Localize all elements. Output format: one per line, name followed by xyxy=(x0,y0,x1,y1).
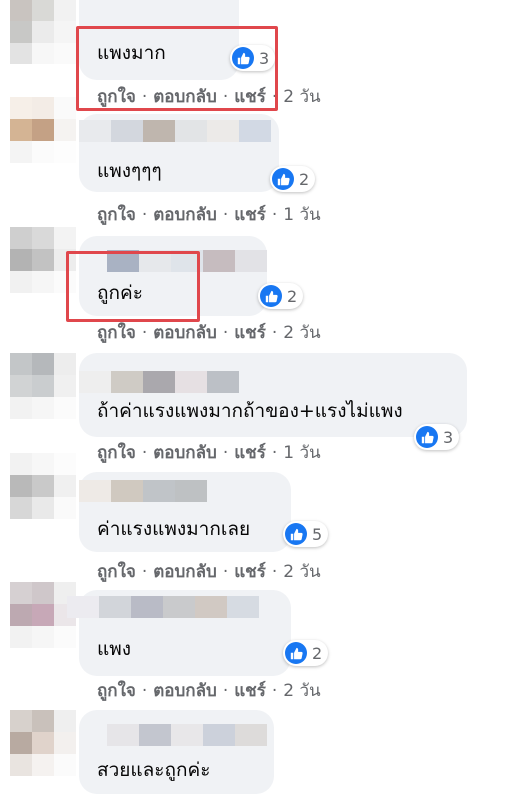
separator: · xyxy=(222,562,229,582)
comment-actions: ถูกใจ · ตอบกลับ · แชร์ · 2 วัน xyxy=(97,680,321,702)
separator: · xyxy=(222,323,229,343)
separator: · xyxy=(141,562,148,582)
comment-text: ถูกค่ะ xyxy=(97,282,143,304)
timestamp[interactable]: 2 วัน xyxy=(283,322,320,344)
separator: · xyxy=(141,205,148,225)
separator: · xyxy=(271,562,278,582)
separator: · xyxy=(222,443,229,463)
timestamp[interactable]: 2 วัน xyxy=(283,680,320,702)
share-link[interactable]: แชร์ xyxy=(234,680,266,702)
timestamp[interactable]: 1 วัน xyxy=(283,442,320,464)
reply-link[interactable]: ตอบกลับ xyxy=(153,86,217,108)
comment-actions: ถูกใจ · ตอบกลับ · แชร์ · 2 วัน xyxy=(97,322,321,344)
timestamp[interactable]: 2 วัน xyxy=(283,86,320,108)
blurred-author-name[interactable] xyxy=(79,480,207,502)
comment-actions: ถูกใจ · ตอบกลับ · แชร์ · 1 วัน xyxy=(97,204,321,226)
like-link[interactable]: ถูกใจ xyxy=(97,204,136,226)
share-link[interactable]: แชร์ xyxy=(234,442,266,464)
avatar[interactable] xyxy=(10,0,76,64)
like-thumbs-up-icon xyxy=(232,47,254,69)
comment-text: ถ้าค่าแรงแพงมากถ้าของ+แรงไม่แพง xyxy=(97,400,403,422)
separator: · xyxy=(222,87,229,107)
reaction-count: 5 xyxy=(312,524,323,544)
reaction-count-badge[interactable]: 3 xyxy=(414,424,460,450)
timestamp[interactable]: 1 วัน xyxy=(283,204,320,226)
avatar[interactable] xyxy=(10,227,76,293)
share-link[interactable]: แชร์ xyxy=(234,86,266,108)
reaction-count: 2 xyxy=(312,643,323,663)
separator: · xyxy=(271,323,278,343)
like-link[interactable]: ถูกใจ xyxy=(97,680,136,702)
comment-bubble: สวยและถูกค่ะ xyxy=(79,710,274,794)
like-thumbs-up-icon xyxy=(272,168,294,190)
separator: · xyxy=(222,681,229,701)
like-link[interactable]: ถูกใจ xyxy=(97,442,136,464)
separator: · xyxy=(271,681,278,701)
blurred-author-name[interactable] xyxy=(107,724,267,746)
comment-actions: ถูกใจ · ตอบกลับ · แชร์ · 2 วัน xyxy=(97,561,321,583)
reply-link[interactable]: ตอบกลับ xyxy=(153,204,217,226)
like-thumbs-up-icon xyxy=(416,426,438,448)
comment-bubble: ถ้าค่าแรงแพงมากถ้าของ+แรงไม่แพง xyxy=(79,353,467,437)
reaction-count-badge[interactable]: 2 xyxy=(270,166,316,192)
separator: · xyxy=(141,443,148,463)
comment-bubble: แพงๆๆๆ xyxy=(79,114,279,192)
reaction-count: 3 xyxy=(443,427,454,447)
share-link[interactable]: แชร์ xyxy=(234,561,266,583)
like-link[interactable]: ถูกใจ xyxy=(97,86,136,108)
blurred-author-name[interactable] xyxy=(79,120,271,142)
reaction-count: 2 xyxy=(299,169,310,189)
avatar[interactable] xyxy=(10,453,76,519)
comment-bubble: แพงมาก xyxy=(79,0,239,80)
avatar[interactable] xyxy=(10,353,76,419)
comment-text: แพงๆๆๆ xyxy=(97,160,162,182)
comment-bubble: แพง xyxy=(67,590,291,676)
comment-actions: ถูกใจ · ตอบกลับ · แชร์ · 2 วัน xyxy=(97,86,321,108)
avatar[interactable] xyxy=(10,97,76,163)
reply-link[interactable]: ตอบกลับ xyxy=(153,680,217,702)
share-link[interactable]: แชร์ xyxy=(234,322,266,344)
comment-text: แพง xyxy=(97,638,132,660)
comment-text: ค่าแรงแพงมากเลย xyxy=(97,518,251,540)
blurred-author-name[interactable] xyxy=(79,371,239,393)
reaction-count-badge[interactable]: 2 xyxy=(283,640,329,666)
like-thumbs-up-icon xyxy=(260,285,282,307)
reply-link[interactable]: ตอบกลับ xyxy=(153,442,217,464)
reaction-count: 3 xyxy=(259,48,270,68)
comment-bubble: ค่าแรงแพงมากเลย xyxy=(79,472,291,552)
comment-text: แพงมาก xyxy=(97,42,166,64)
separator: · xyxy=(141,323,148,343)
reaction-count-badge[interactable]: 3 xyxy=(230,45,276,71)
separator: · xyxy=(271,443,278,463)
like-link[interactable]: ถูกใจ xyxy=(97,561,136,583)
share-link[interactable]: แชร์ xyxy=(234,204,266,226)
reaction-count: 2 xyxy=(287,286,298,306)
separator: · xyxy=(271,205,278,225)
reply-link[interactable]: ตอบกลับ xyxy=(153,322,217,344)
comment-bubble: ถูกค่ะ xyxy=(79,236,267,316)
like-thumbs-up-icon xyxy=(285,523,307,545)
blurred-author-name[interactable] xyxy=(107,250,267,272)
like-thumbs-up-icon xyxy=(285,642,307,664)
like-link[interactable]: ถูกใจ xyxy=(97,322,136,344)
avatar[interactable] xyxy=(10,710,76,776)
reply-link[interactable]: ตอบกลับ xyxy=(153,561,217,583)
comment-text: สวยและถูกค่ะ xyxy=(97,759,211,781)
timestamp[interactable]: 2 วัน xyxy=(283,561,320,583)
reaction-count-badge[interactable]: 5 xyxy=(283,521,329,547)
comment-actions: ถูกใจ · ตอบกลับ · แชร์ · 1 วัน xyxy=(97,442,321,464)
separator: · xyxy=(222,205,229,225)
separator: · xyxy=(141,87,148,107)
reaction-count-badge[interactable]: 2 xyxy=(258,283,304,309)
separator: · xyxy=(271,87,278,107)
blurred-author-name[interactable] xyxy=(67,596,259,618)
separator: · xyxy=(141,681,148,701)
